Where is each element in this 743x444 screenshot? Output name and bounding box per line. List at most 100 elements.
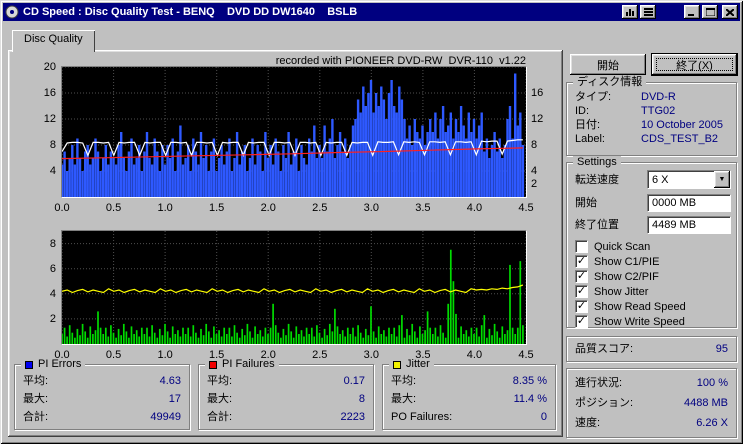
window-title: CD Speed : Disc Quality Test - BENQ DVD …	[23, 6, 358, 18]
start-button[interactable]: 開始	[570, 54, 646, 75]
tab-disc-quality[interactable]: Disc Quality	[12, 30, 95, 52]
disc-type-label: タイプ:	[575, 91, 612, 103]
y-axis-tick-left: 12	[43, 113, 56, 125]
pi-failures-stats-box: PI Failures 平均: 0.17 最大: 8 合計: 2223	[198, 358, 374, 430]
quality-score-label: 品質スコア:	[575, 343, 634, 355]
pi-errors-chart	[62, 67, 526, 197]
checkbox-show-jitter[interactable]: ✓ Show Jitter	[575, 285, 648, 298]
y-axis-tick-left: 20	[43, 61, 56, 73]
x-axis-tick: 3.0	[363, 349, 379, 361]
speed-combobox-value: 6 X	[652, 173, 669, 186]
y-axis-tick-left: 8	[49, 139, 56, 151]
exit-button[interactable]: 終了(X)	[652, 54, 737, 75]
disc-id-value: TTG02	[641, 105, 676, 117]
disc-type-value: DVD-R	[641, 91, 676, 103]
check-icon: ✓	[576, 285, 587, 297]
stat-row: 平均: 0.17	[207, 375, 365, 387]
disc-date-label: 日付:	[575, 119, 601, 131]
x-axis-tick: 4.0	[466, 349, 483, 361]
pi-errors-legend-swatch	[25, 360, 33, 369]
end-position-field[interactable]: 4489 MB	[647, 216, 731, 234]
progress-label: 進行状況:	[575, 377, 623, 389]
stat-row: 最大: 17	[23, 393, 181, 405]
x-axis-tick: 2.5	[312, 202, 328, 214]
x-axis-tick: 1.0	[157, 349, 173, 361]
data-view-icon-button[interactable]	[640, 5, 656, 19]
pi-failures-plot-frame	[61, 230, 527, 345]
stat-row: 最大: 8	[207, 393, 365, 405]
maximize-button[interactable]	[702, 5, 718, 19]
titlebar[interactable]: CD Speed : Disc Quality Test - BENQ DVD …	[3, 3, 740, 21]
pi-failures-jitter-chart	[62, 231, 526, 344]
x-axis-tick: 4.5	[518, 349, 534, 361]
x-axis-tick: 0.0	[54, 349, 70, 361]
speed-combobox[interactable]: 6 X ▼	[647, 170, 731, 189]
x-axis-tick: 2.0	[260, 349, 276, 361]
chevron-down-icon[interactable]: ▼	[714, 171, 730, 188]
position-value: 4488 MB	[683, 397, 728, 409]
check-icon: ✓	[576, 270, 587, 282]
disc-label-value: CDS_TEST_B2	[641, 133, 719, 145]
y-axis-tick-left: 8	[49, 237, 56, 250]
x-axis-tick: 0.0	[54, 202, 70, 214]
checkbox-show-c1-pie[interactable]: ✓ Show C1/PIE	[575, 255, 659, 268]
settings-group: Settings 転送速度 6 X ▼ 開始 0000 MB 終了位置 4489…	[566, 156, 737, 328]
y-axis-tick-right: 4	[531, 165, 538, 177]
y-axis-tick-left: 6	[49, 262, 56, 275]
jitter-legend-swatch	[393, 360, 401, 369]
disc-quality-panel: recorded with PIONEER DVD-RW DVR-110 v1.…	[8, 50, 563, 437]
speed-status-label: 速度:	[575, 417, 601, 429]
check-icon: ✓	[576, 255, 587, 267]
stat-row: 平均: 4.63	[23, 375, 181, 387]
stat-row: 合計: 2223	[207, 411, 365, 423]
stat-row: 平均: 8.35 %	[391, 375, 547, 387]
y-axis-tick-left: 4	[49, 287, 56, 300]
end-position-label: 終了位置	[575, 219, 619, 231]
disc-info-group: ディスク情報 タイプ: DVD-R ID: TTG02 日付: 10 Octob…	[566, 76, 737, 156]
graph-view-icon-button[interactable]	[622, 5, 638, 19]
x-axis-tick: 1.0	[157, 202, 173, 214]
y-axis-tick-left: 2	[49, 312, 56, 325]
x-axis-tick: 2.0	[260, 202, 276, 214]
speed-label: 転送速度	[575, 174, 619, 186]
pi-errors-plot-frame	[61, 66, 527, 198]
disc-id-label: ID:	[575, 105, 590, 117]
close-icon[interactable]	[722, 5, 738, 19]
x-axis-tick: 3.0	[363, 202, 379, 214]
pi-errors-stats-box: PI Errors 平均: 4.63 最大: 17 合計: 49949	[14, 358, 190, 430]
y-axis-tick-left: 16	[43, 87, 56, 99]
x-axis-tick: 3.5	[415, 202, 431, 214]
disc-info-title: ディスク情報	[573, 76, 647, 89]
stat-row: 最大: 11.4 %	[391, 393, 547, 405]
start-position-label: 開始	[575, 197, 597, 209]
stat-row: PO Failures: 0	[391, 411, 547, 423]
checkbox-show-write-speed[interactable]: ✓ Show Write Speed	[575, 315, 685, 328]
x-axis-tick: 4.0	[466, 202, 483, 214]
minimize-button[interactable]	[684, 5, 700, 19]
x-axis-tick: 0.5	[105, 349, 122, 361]
speed-status-value: 6.26 X	[696, 417, 728, 429]
y-axis-tick-left: 4	[49, 165, 56, 177]
position-label: ポジション:	[575, 397, 634, 409]
x-axis-tick: 4.5	[518, 202, 534, 214]
check-icon: ✓	[576, 315, 587, 327]
jitter-stats-box: Jitter 平均: 8.35 % 最大: 11.4 % PO Failures: 0	[382, 358, 556, 430]
status-box: 進行状況: 100 % ポジション: 4488 MB 速度: 6.26 X	[566, 368, 737, 438]
quality-score-box: 品質スコア: 95	[566, 336, 737, 362]
stat-row: 合計: 49949	[23, 411, 181, 423]
checkbox-show-c2-pif[interactable]: ✓ Show C2/PIF	[575, 270, 659, 283]
y-axis-tick-right: 12	[531, 113, 544, 125]
progress-value: 100 %	[696, 377, 728, 389]
pi-failures-legend-swatch	[209, 360, 217, 369]
y-axis-tick-right: 2	[531, 178, 538, 190]
y-axis-tick-right: 8	[531, 139, 538, 151]
app-icon	[5, 5, 19, 19]
x-axis-tick: 1.5	[209, 202, 225, 214]
checkbox-show-read-speed[interactable]: ✓ Show Read Speed	[575, 300, 686, 313]
quality-score-value: 95	[715, 343, 728, 355]
checkbox-quick-scan[interactable]: ✓ Quick Scan	[575, 240, 650, 253]
start-position-field[interactable]: 0000 MB	[647, 194, 731, 212]
settings-title: Settings	[573, 156, 621, 169]
tab-label: Disc Quality	[24, 33, 83, 45]
x-axis-tick: 2.5	[312, 349, 328, 361]
